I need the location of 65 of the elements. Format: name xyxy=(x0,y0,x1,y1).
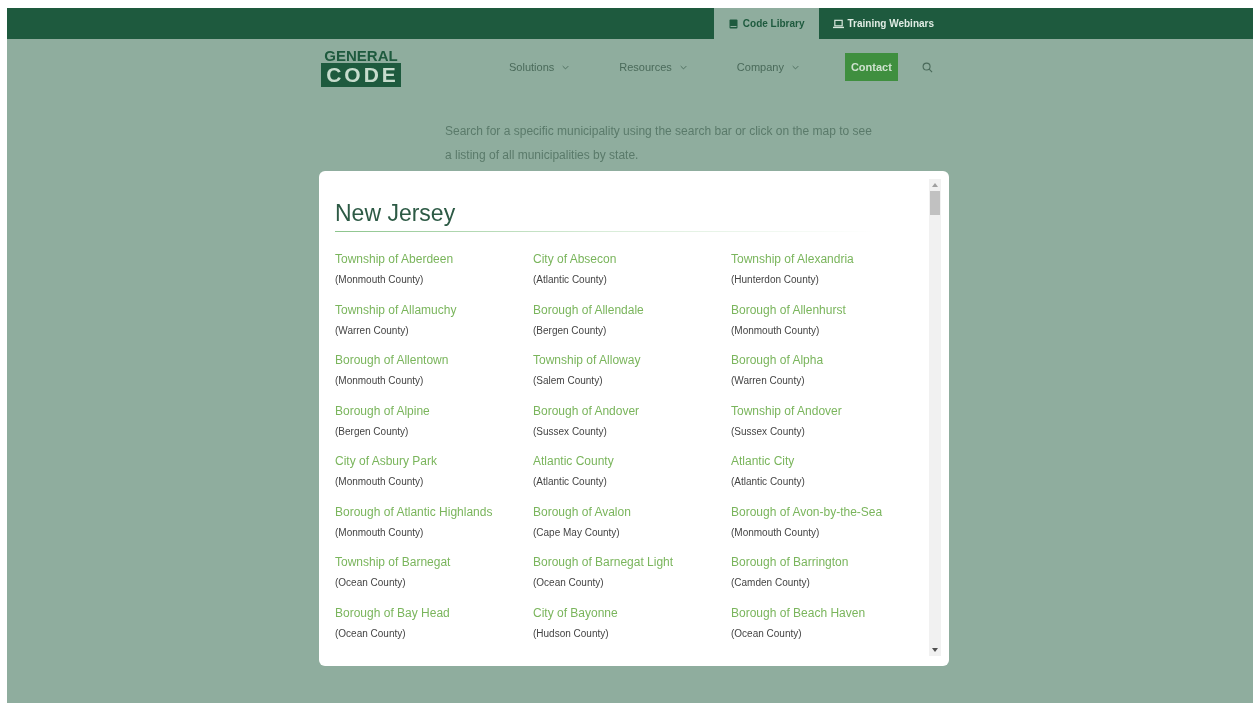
municipality-link[interactable]: City of Asbury Park xyxy=(335,453,438,469)
county-label: (Ocean County) xyxy=(533,576,604,590)
municipality-link[interactable]: Borough of Avalon xyxy=(533,503,631,520)
county-label: (Monmouth County) xyxy=(731,323,820,338)
municipality-link[interactable]: Township of Alloway xyxy=(533,352,641,368)
municipality-link[interactable]: Borough of Atlantic Highlands xyxy=(335,503,493,520)
county-label: (Atlantic County) xyxy=(731,475,805,489)
county-label: (Bergen County) xyxy=(533,323,607,338)
book-icon xyxy=(727,18,739,29)
county-label: (Monmouth County) xyxy=(335,475,424,489)
county-label: (Monmouth County) xyxy=(335,374,424,388)
caret-icon xyxy=(679,64,687,70)
county-label: (Ocean County) xyxy=(731,626,802,641)
county-label: (Warren County) xyxy=(335,323,409,338)
municipality-link[interactable]: Borough of Allendale xyxy=(533,301,644,318)
municipality-link[interactable]: Borough of Barnegat Light xyxy=(533,554,674,570)
municipality-link[interactable]: Township of Alexandria xyxy=(731,251,854,267)
scroll-up-icon[interactable] xyxy=(932,183,938,187)
county-label: (Monmouth County) xyxy=(335,273,424,287)
municipality-link[interactable]: Borough of Alpine xyxy=(335,402,430,419)
municipality-link[interactable]: Atlantic City xyxy=(731,453,795,469)
municipality-link[interactable]: City of Absecon xyxy=(533,251,617,267)
county-label: (Sussex County) xyxy=(533,424,607,439)
municipality-link[interactable]: Township of Allamuchy xyxy=(335,301,457,318)
caret-icon xyxy=(562,64,570,70)
municipality-link[interactable]: Atlantic County xyxy=(533,453,614,469)
laptop-icon xyxy=(832,18,844,29)
county-label: (Camden County) xyxy=(731,576,810,590)
municipality-link[interactable]: Township of Barnegat xyxy=(335,554,451,570)
contact-button[interactable]: Contact xyxy=(844,53,898,81)
search-icon[interactable] xyxy=(921,61,933,73)
county-label: (Bergen County) xyxy=(335,424,409,439)
scroll-down-icon[interactable] xyxy=(932,648,938,652)
county-label: (Monmouth County) xyxy=(731,525,820,540)
scrollbar[interactable] xyxy=(929,179,941,656)
nav-menu-item[interactable]: Solutions xyxy=(509,61,570,73)
nav-menu-item[interactable]: Resources xyxy=(619,61,687,73)
top-tab[interactable]: Code Library xyxy=(713,8,819,39)
scroll-thumb[interactable] xyxy=(930,191,940,215)
county-label: (Atlantic County) xyxy=(533,475,607,489)
county-label: (Hunterdon County) xyxy=(731,273,819,287)
county-label: (Salem County) xyxy=(533,374,603,388)
county-label: (Atlantic County) xyxy=(533,273,607,287)
county-label: (Warren County) xyxy=(731,374,805,388)
county-label: (Hudson County) xyxy=(533,626,609,641)
county-label: (Ocean County) xyxy=(335,576,406,590)
municipality-link[interactable]: City of Bayonne xyxy=(533,604,618,621)
municipality-link[interactable]: Borough of Barrington xyxy=(731,554,849,570)
state-heading: New Jersey xyxy=(335,199,457,227)
municipality-link[interactable]: Borough of Alpha xyxy=(731,352,824,368)
municipality-link[interactable]: Borough of Bay Head xyxy=(335,604,450,621)
county-label: (Ocean County) xyxy=(335,626,406,641)
municipality-link[interactable]: Borough of Allentown xyxy=(335,352,449,368)
county-label: (Sussex County) xyxy=(731,424,805,439)
nav-menu-item[interactable]: Company xyxy=(736,61,799,73)
county-label: (Cape May County) xyxy=(533,525,620,540)
municipality-link[interactable]: Borough of Andover xyxy=(533,402,640,419)
municipality-link[interactable]: Borough of Allenhurst xyxy=(731,301,846,318)
caret-icon xyxy=(791,64,799,70)
municipality-link[interactable]: Township of Aberdeen xyxy=(335,251,454,267)
top-tab[interactable]: Training Webinars xyxy=(818,8,948,39)
county-label: (Monmouth County) xyxy=(335,525,424,540)
municipality-link[interactable]: Borough of Avon-by-the-Sea xyxy=(731,503,883,520)
municipality-link[interactable]: Borough of Beach Haven xyxy=(731,604,866,621)
municipality-link[interactable]: Township of Andover xyxy=(731,402,842,419)
